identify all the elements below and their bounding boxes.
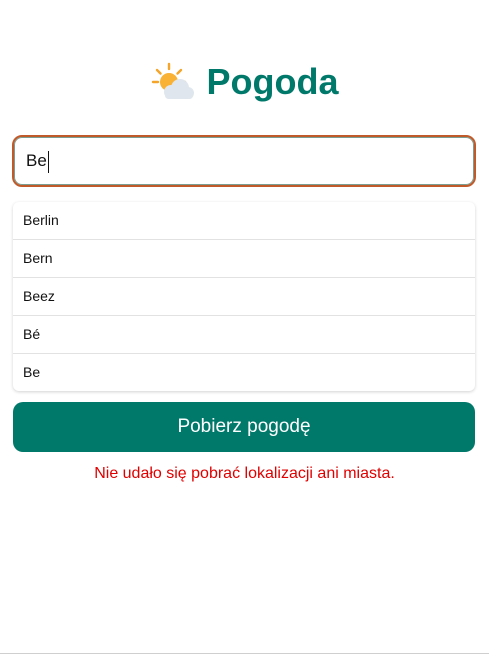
get-weather-button[interactable]: Pobierz pogodę bbox=[13, 402, 475, 452]
weather-app: Pogoda Berlin Bern Beez Bé Be Pobierz po… bbox=[0, 0, 489, 654]
suggestion-item-be-accent[interactable]: Bé bbox=[13, 316, 475, 354]
city-search-input[interactable] bbox=[14, 137, 474, 185]
text-caret bbox=[48, 151, 49, 173]
suggestion-item-berlin[interactable]: Berlin bbox=[13, 202, 475, 240]
suggestion-item-bern[interactable]: Bern bbox=[13, 240, 475, 278]
page-title: Pogoda bbox=[206, 61, 339, 102]
app-header: Pogoda bbox=[0, 56, 489, 108]
sun-behind-cloud-icon bbox=[151, 62, 194, 99]
suggestion-item-be[interactable]: Be bbox=[13, 354, 475, 391]
suggestion-item-beez[interactable]: Beez bbox=[13, 278, 475, 316]
error-message: Nie udało się pobrać lokalizacji ani mia… bbox=[94, 465, 395, 482]
city-search-box[interactable] bbox=[12, 135, 476, 187]
suggestion-list: Berlin Bern Beez Bé Be bbox=[13, 202, 475, 391]
